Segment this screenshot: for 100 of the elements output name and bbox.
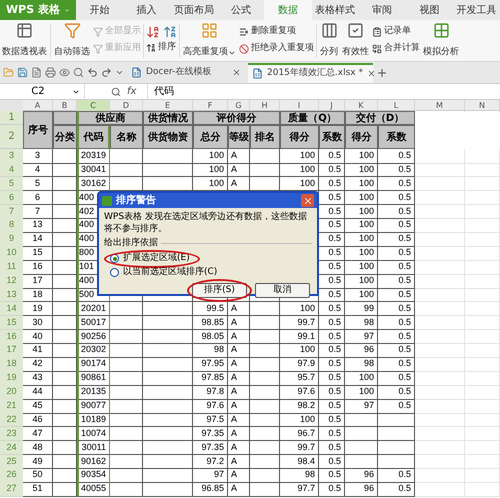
row-header[interactable]: 11 (0, 260, 23, 275)
table-cell: 100 (345, 232, 378, 247)
menu-tab[interactable]: 页面布局 (170, 0, 218, 20)
table-cell: 97.5 (193, 412, 228, 428)
row-header[interactable]: 17 (0, 343, 23, 358)
table-cell: A (228, 330, 250, 344)
table-cell: 97 (345, 399, 378, 414)
menu-tab[interactable]: 开发工具 (452, 0, 500, 20)
ribbon-button[interactable]: 分列 (319, 22, 339, 60)
table-cell: 100 (280, 302, 319, 316)
table-cell: 0.5 (378, 399, 415, 414)
table-cell: 0.5 (378, 468, 415, 483)
ribbon-button[interactable]: 数据透视表 (1, 22, 48, 60)
ribbon-button[interactable]: 排序 (146, 39, 177, 56)
menu-tab[interactable]: 公式 (217, 0, 264, 20)
column-header[interactable]: C (77, 100, 110, 112)
table-cell: 3 (23, 149, 53, 164)
row-header[interactable]: 6 (0, 190, 23, 206)
row-header[interactable]: 20 (0, 385, 23, 400)
row-header[interactable]: 24 (0, 440, 23, 456)
row-header[interactable]: 10 (0, 246, 23, 261)
table-cell: 100 (193, 149, 228, 164)
row-header[interactable]: 2 (0, 125, 23, 149)
row-header[interactable]: 18 (0, 357, 23, 372)
table-cell: 100 (345, 204, 378, 220)
row-header[interactable]: 14 (0, 302, 23, 316)
table-cell: 7 (23, 204, 53, 220)
table-cell: 5 (23, 176, 53, 192)
table-cell: 20319 (77, 149, 110, 164)
formula-field[interactable]: 代码 (147, 84, 500, 99)
table-cell: 49 (23, 454, 53, 470)
table-cell: 96 (345, 343, 378, 358)
ribbon-button[interactable]: 记录单 (372, 24, 420, 40)
table-cell: 10189 (77, 412, 110, 428)
row-header[interactable]: 19 (0, 371, 23, 386)
table-cell: 0.5 (319, 371, 345, 386)
menu-tab[interactable]: 插入 (123, 0, 170, 20)
row-header[interactable]: 21 (0, 399, 23, 414)
dialog-title: 排序警告 (116, 193, 157, 208)
table-cell: 96.7 (280, 426, 319, 442)
table-cell: 50 (23, 468, 53, 483)
table-cell: 16 (23, 260, 53, 275)
table-cell: 100 (280, 343, 319, 358)
row-header[interactable]: 22 (0, 412, 23, 428)
row-header[interactable]: 12 (0, 274, 23, 289)
radio-option[interactable]: 以当前选定区域排序(C) (110, 266, 218, 278)
document-tab[interactable]: Docer-在线模板 (127, 62, 245, 82)
table-cell: 98.05 (193, 330, 228, 344)
header-cell: 供应商 (77, 111, 143, 125)
table-cell: 0.5 (319, 343, 345, 358)
row-header[interactable]: 23 (0, 426, 23, 442)
table-cell: 17 (23, 274, 53, 289)
row-header[interactable]: 8 (0, 218, 23, 233)
function-label[interactable]: fx (127, 84, 147, 99)
menu-tab[interactable]: 表格样式 (312, 0, 359, 20)
row-header[interactable]: 27 (0, 482, 23, 497)
ribbon-button[interactable]: 自动筛选 (53, 22, 91, 60)
document-tab[interactable]: 2015年绩效汇总.xlsx * (248, 62, 373, 82)
ribbon-button[interactable]: 合并计算 (372, 40, 420, 58)
row-header[interactable]: 3 (0, 149, 23, 164)
table-cell: 0.5 (378, 343, 415, 358)
table-cell: 0.5 (378, 218, 415, 233)
table-cell: 10074 (77, 426, 110, 442)
table-cell: 97 (193, 468, 228, 483)
table-cell: 0.5 (319, 302, 345, 316)
table-cell: 15 (23, 246, 53, 261)
table-cell: 14 (23, 232, 53, 247)
app-menu-button[interactable]: WPS 表格 (0, 0, 76, 20)
ribbon-button[interactable]: 高亮重复项 (182, 22, 237, 60)
table-cell: 44 (23, 385, 53, 400)
row-header[interactable]: 26 (0, 468, 23, 483)
header-cell: 评价得分 (193, 111, 280, 125)
ribbon-button[interactable]: 删除重复项 (239, 24, 314, 40)
name-box[interactable]: C2 (0, 84, 85, 99)
table-cell: A (228, 454, 250, 470)
menu-tab[interactable]: 数据 (264, 0, 312, 20)
dialog-button[interactable]: 取消 (255, 282, 310, 298)
column-header[interactable]: N (465, 100, 500, 112)
table-cell: 50017 (77, 316, 110, 330)
table-cell: 100 (345, 218, 378, 233)
dialog-button[interactable]: 排序(S) (192, 282, 247, 298)
row-header[interactable]: 13 (0, 288, 23, 302)
row-header[interactable]: 1 (0, 111, 23, 125)
table-cell: 0.5 (378, 274, 415, 289)
table-cell: A (228, 385, 250, 400)
table-cell: 0.5 (378, 316, 415, 330)
menu-tab[interactable]: 开始 (76, 0, 124, 20)
row-header[interactable]: 5 (0, 176, 23, 192)
row-header[interactable]: 4 (0, 162, 23, 178)
table-cell: 0.5 (319, 454, 345, 470)
row-header[interactable]: 9 (0, 232, 23, 247)
table-cell: 30041 (77, 162, 110, 178)
menu-tab[interactable]: 审阅 (358, 0, 406, 20)
table-cell: 0.5 (378, 232, 415, 247)
ribbon-button[interactable]: 模拟分析 (422, 22, 460, 60)
row-header[interactable]: 15 (0, 316, 23, 330)
table-cell: 30 (23, 316, 53, 330)
ribbon-button[interactable]: 拒绝录入重复项 (239, 40, 314, 58)
menu-tab[interactable]: 视图 (406, 0, 453, 20)
ribbon-button[interactable]: 有效性 (341, 22, 370, 60)
